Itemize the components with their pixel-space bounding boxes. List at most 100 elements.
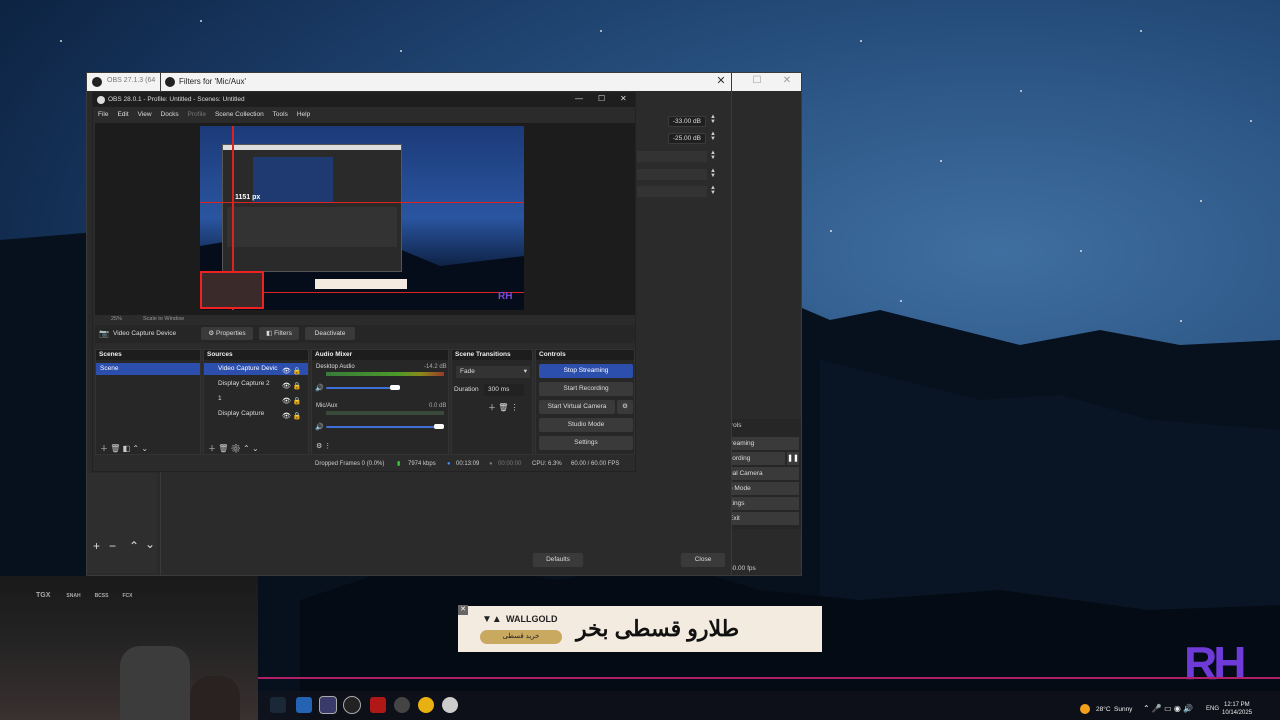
bg-controls-streaming[interactable]: treaming: [727, 437, 799, 450]
mic-db: 0.0 dB: [429, 403, 447, 409]
eye-icon[interactable]: 👁 🔒: [282, 379, 302, 394]
maximize-button[interactable]: ☐: [598, 94, 605, 103]
desktop-volume-knob[interactable]: [390, 385, 400, 390]
db1-stepper-icon[interactable]: ▲ ▼: [709, 114, 717, 125]
virtual-camera-settings-icon[interactable]: ⚙: [617, 400, 633, 414]
desktop-volume-slider[interactable]: [326, 387, 396, 389]
deactivate-button[interactable]: Deactivate: [305, 327, 355, 340]
menu-edit[interactable]: Edit: [117, 111, 128, 118]
sources-dock: Sources Video Capture Devic Display Capt…: [203, 349, 309, 455]
filter-field-4[interactable]: [637, 169, 707, 180]
mic-volume-knob[interactable]: [434, 424, 444, 429]
stop-streaming-button[interactable]: Stop Streaming: [539, 364, 633, 378]
settings-taskbar-icon[interactable]: [394, 697, 410, 713]
menu-view[interactable]: View: [138, 111, 152, 118]
tray-icons[interactable]: ⌃ 🎤 ▭ ◉ 🔊: [1143, 704, 1193, 713]
webcam-source-box[interactable]: [200, 271, 264, 309]
chrome-icon[interactable]: [418, 697, 434, 713]
studio-mode-button[interactable]: Studio Mode: [539, 418, 633, 432]
filter-db-field-2[interactable]: -25.00 dB: [668, 133, 706, 144]
menu-help[interactable]: Help: [297, 111, 310, 118]
weather-temp[interactable]: 28°C: [1096, 706, 1111, 713]
menu-scene-collection[interactable]: Scene Collection: [215, 111, 264, 118]
bg-controls-settings[interactable]: ttings: [727, 497, 799, 510]
app-icon-white[interactable]: [442, 697, 458, 713]
duration-field[interactable]: 300 ms: [484, 384, 524, 396]
eye-icon[interactable]: 👁 🔒: [282, 364, 302, 379]
filters-close-dialog-button[interactable]: Close: [681, 553, 725, 567]
db2-stepper-icon[interactable]: ▲ ▼: [709, 131, 717, 142]
minimize-button[interactable]: —: [575, 94, 583, 103]
scene-filter-icon[interactable]: ◧: [123, 444, 131, 453]
field5-stepper-icon[interactable]: ▲ ▼: [709, 185, 717, 196]
mic-volume-icon[interactable]: 🔊: [315, 423, 324, 431]
eye-icon[interactable]: 👁 🔒: [282, 409, 302, 424]
mixer-gear-icon[interactable]: ⚙ ⋮: [316, 442, 331, 450]
start-recording-button[interactable]: Start Recording: [539, 382, 633, 396]
ad-close-icon[interactable]: ✕: [458, 605, 468, 615]
desktop-volume-icon[interactable]: 🔊: [315, 384, 324, 392]
menu-tools[interactable]: Tools: [273, 111, 288, 118]
field3-stepper-icon[interactable]: ▲ ▼: [709, 150, 717, 161]
app-icon-steam[interactable]: [319, 696, 337, 714]
app-icon-red[interactable]: [370, 697, 386, 713]
eye-icon[interactable]: 👁 🔒: [282, 394, 302, 409]
clock-date[interactable]: 10/14/2025: [1222, 710, 1252, 716]
transition-select[interactable]: Fade ▾: [456, 366, 530, 378]
properties-button[interactable]: ⚙ Properties: [201, 327, 253, 340]
ad-cta-button[interactable]: خرید قسطی: [480, 630, 562, 644]
filter-db-field-1[interactable]: -33.00 dB: [668, 116, 706, 127]
menu-docks[interactable]: Docks: [161, 111, 179, 118]
logo-source-box[interactable]: RH: [498, 291, 516, 305]
menu-profile[interactable]: Profile: [188, 111, 206, 118]
add-transition-icon[interactable]: ＋: [488, 403, 496, 412]
ad-brand: WALLGOLD: [506, 614, 558, 624]
transition-menu-icon[interactable]: ⋮: [511, 403, 519, 412]
sources-toolbar: ＋ 🗑 ⚙ ⌃ ⌄: [208, 443, 259, 454]
weather-desc[interactable]: Sunny: [1114, 706, 1132, 713]
source-props-icon[interactable]: ⚙: [231, 444, 241, 453]
bg-up-icon[interactable]: ⌃: [129, 539, 139, 553]
filters-button[interactable]: ◧ Filters: [259, 327, 299, 340]
bg-maximize-button[interactable]: ☐: [749, 75, 765, 86]
settings-button[interactable]: Settings: [539, 436, 633, 450]
ad-source-box[interactable]: [315, 279, 407, 289]
app-icon-blue[interactable]: [296, 697, 312, 713]
filter-field-3[interactable]: [637, 151, 707, 162]
virtual-camera-button[interactable]: Start Virtual Camera: [539, 400, 615, 414]
filters-close-button[interactable]: ✕: [713, 74, 729, 87]
remove-scene-icon[interactable]: 🗑: [110, 444, 120, 453]
scene-down-icon[interactable]: ⌄: [141, 444, 148, 453]
menu-file[interactable]: File: [98, 111, 108, 118]
mic-volume-slider[interactable]: [326, 426, 438, 428]
scene-item[interactable]: Scene: [96, 363, 200, 375]
bg-controls-exit[interactable]: Exit: [727, 512, 799, 525]
preview-area[interactable]: 1151 px RH 25% Scale to Window: [95, 123, 635, 322]
clock-time[interactable]: 12:17 PM: [1224, 702, 1250, 708]
bg-controls-virtualcam[interactable]: ual Camera: [727, 467, 799, 480]
bg-controls-dock: rols treaming cording ❚❚ ual Camera o Mo…: [727, 419, 801, 529]
add-source-icon[interactable]: ＋: [208, 444, 216, 453]
filter-field-5[interactable]: [637, 186, 707, 197]
close-button[interactable]: ✕: [620, 94, 627, 103]
obs-taskbar-icon[interactable]: [343, 696, 361, 714]
remove-source-icon[interactable]: 🗑: [218, 444, 228, 453]
bg-add-icon[interactable]: +: [93, 539, 100, 553]
bg-controls-studio[interactable]: o Mode: [727, 482, 799, 495]
bg-close-button[interactable]: ✕: [779, 75, 795, 86]
source-up-icon[interactable]: ⌃: [243, 444, 250, 453]
preview-canvas[interactable]: 1151 px RH: [200, 126, 524, 310]
scale-label[interactable]: Scale to Window: [143, 316, 184, 322]
bg-down-icon[interactable]: ⌄: [145, 537, 155, 551]
defaults-button[interactable]: Defaults: [533, 553, 583, 567]
remove-transition-icon[interactable]: 🗑: [498, 403, 508, 412]
language-indicator[interactable]: ENG: [1206, 706, 1219, 712]
scene-up-icon[interactable]: ⌃: [132, 444, 139, 453]
source-down-icon[interactable]: ⌄: [252, 444, 259, 453]
bg-remove-icon[interactable]: −: [109, 539, 116, 553]
bg-controls-recording[interactable]: cording: [727, 452, 785, 465]
bg-pause-button[interactable]: ❚❚: [787, 452, 799, 465]
steam-icon[interactable]: [270, 697, 286, 713]
field4-stepper-icon[interactable]: ▲ ▼: [709, 168, 717, 179]
add-scene-icon[interactable]: ＋: [100, 444, 108, 453]
